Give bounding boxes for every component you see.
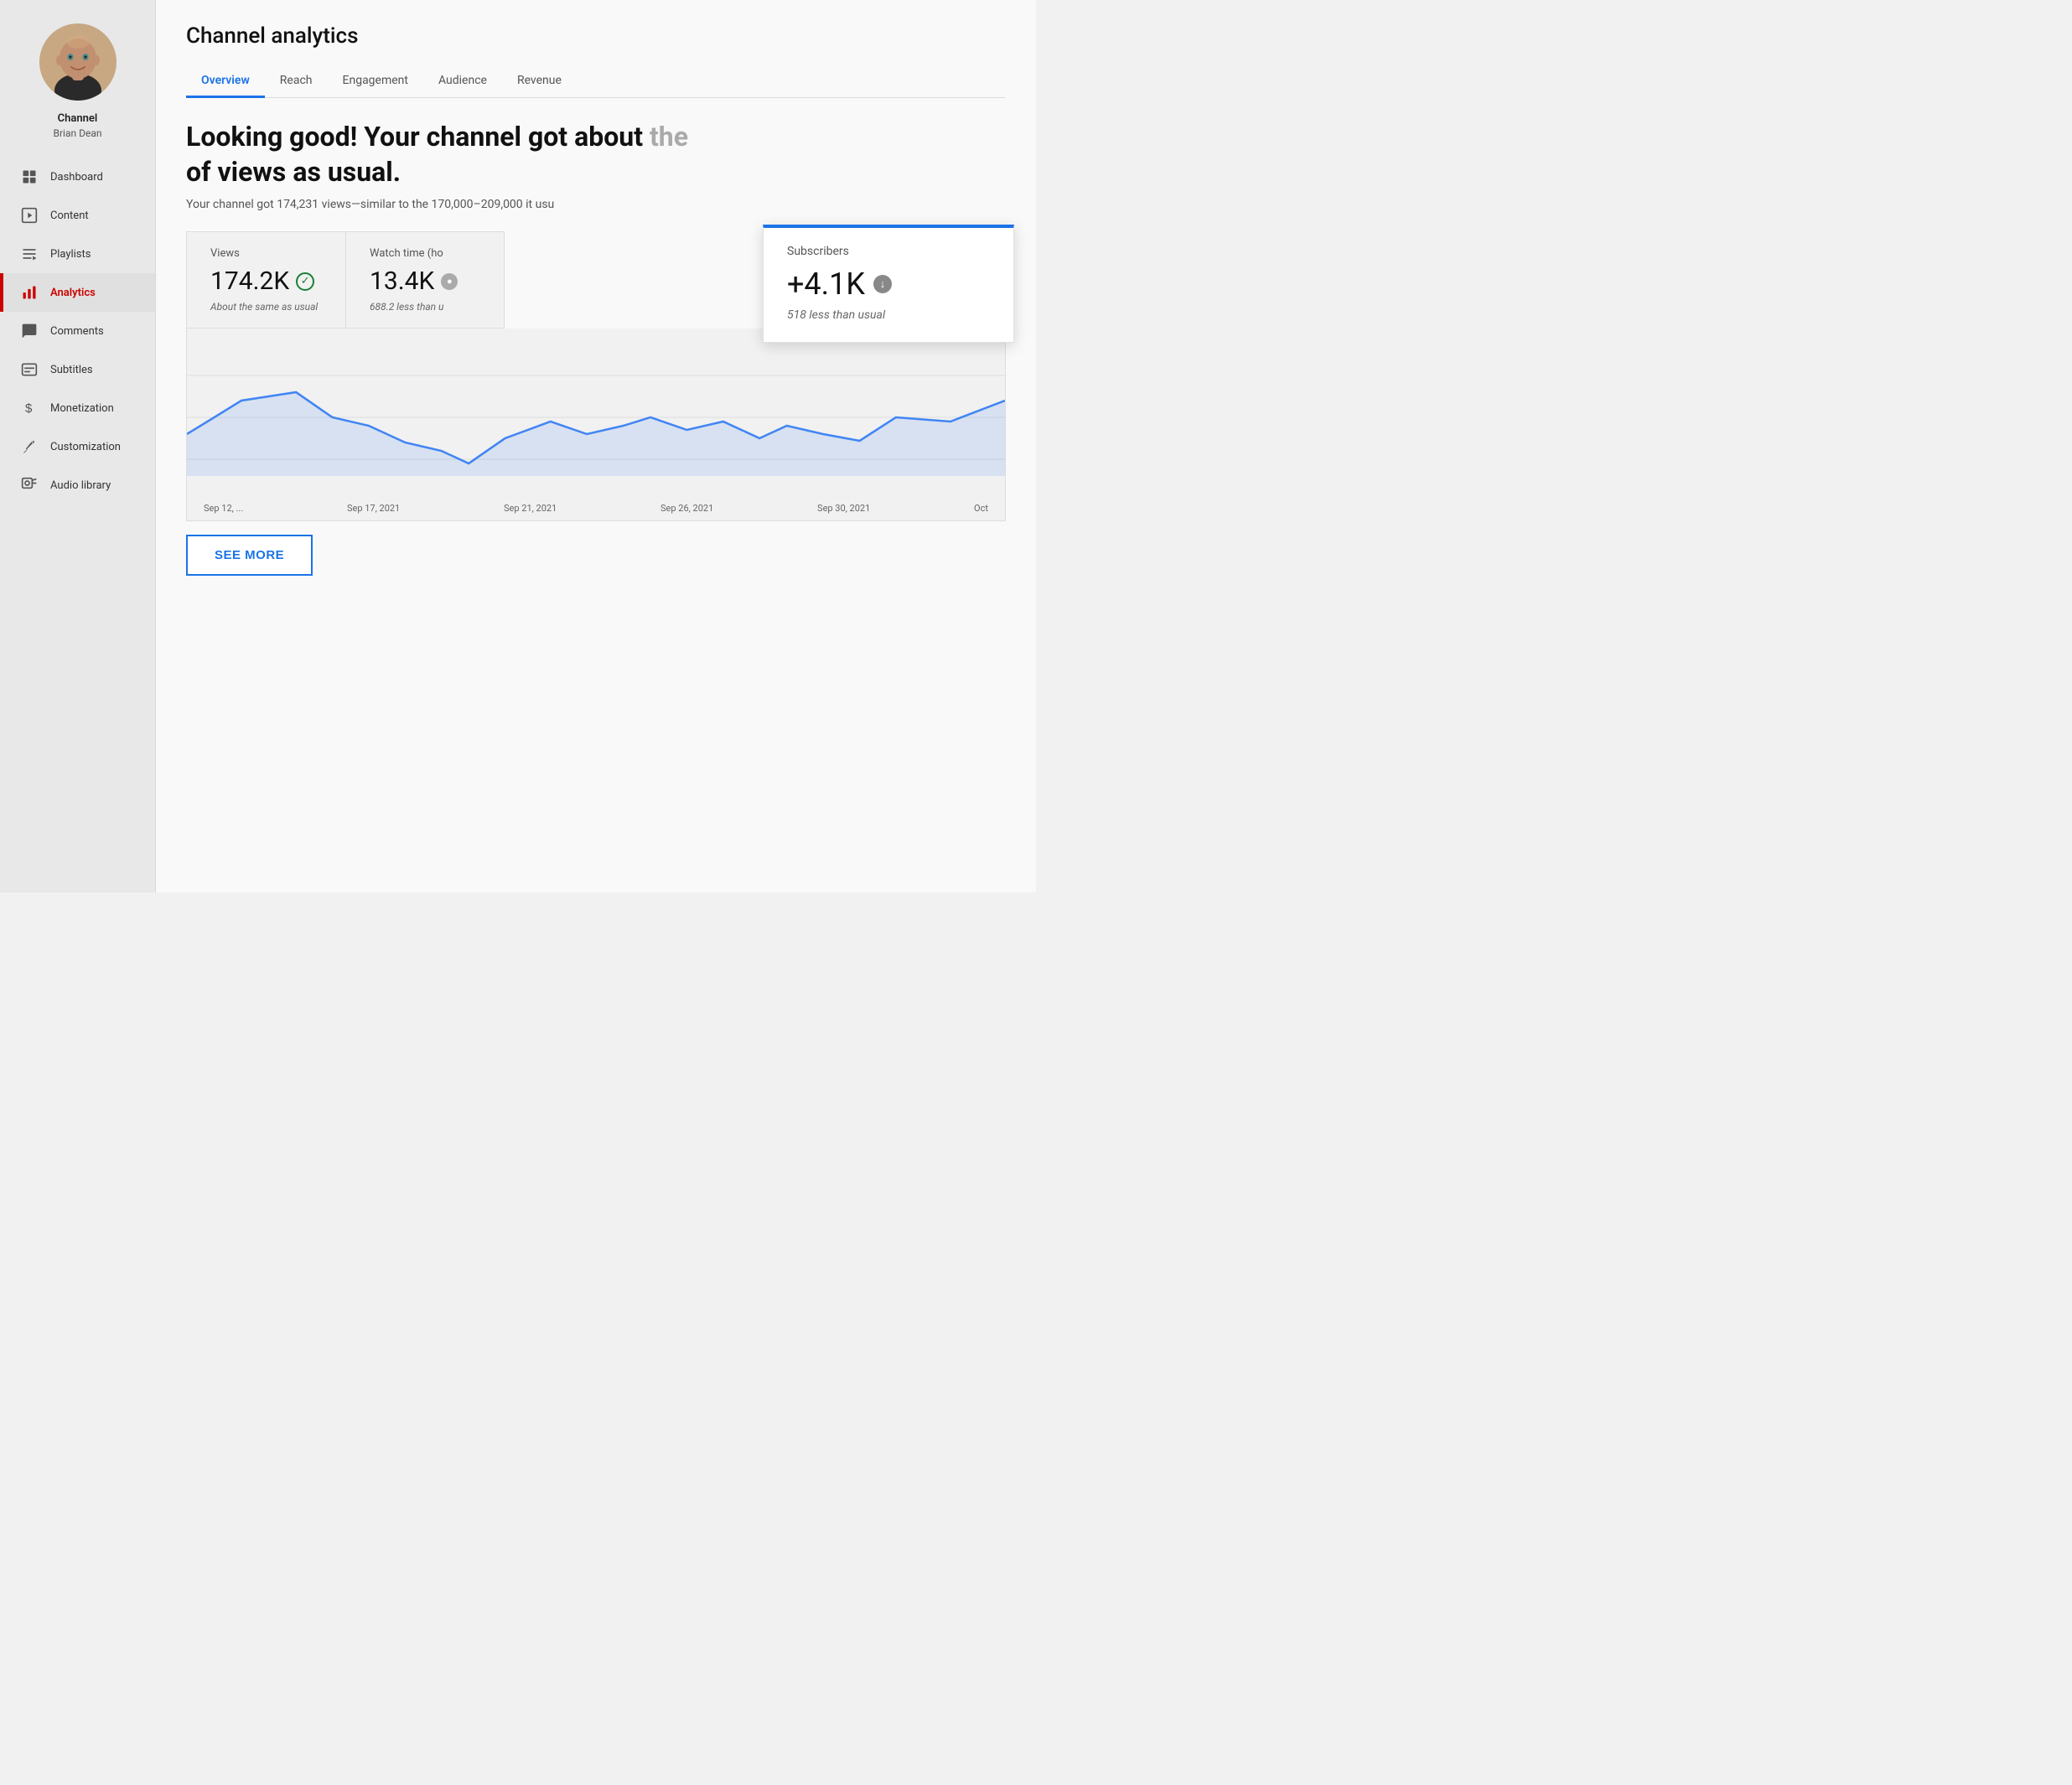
line-chart	[187, 342, 1005, 493]
sidebar-item-audio-library-label: Audio library	[50, 479, 111, 492]
tab-audience[interactable]: Audience	[423, 65, 502, 98]
sidebar-nav: Dashboard Content Playlists	[0, 158, 155, 504]
sidebar-item-customization[interactable]: Customization	[0, 427, 155, 466]
views-value-row: 174.2K ✓	[210, 266, 322, 296]
views-label: Views	[210, 247, 322, 260]
sidebar-item-playlists-label: Playlists	[50, 248, 91, 261]
headline-text-2: of views as usual.	[186, 156, 401, 188]
customization-icon	[20, 437, 39, 456]
views-value: 174.2K	[210, 266, 289, 296]
sidebar: Channel Brian Dean Dashboard Conten	[0, 0, 156, 892]
chart-date-2: Sep 17, 2021	[347, 503, 400, 514]
chart-date-6: Oct	[974, 503, 988, 514]
sidebar-item-customization-label: Customization	[50, 441, 121, 453]
page-title: Channel analytics	[186, 23, 1006, 49]
sidebar-item-analytics-label: Analytics	[50, 287, 96, 299]
watchtime-label: Watch time (ho	[370, 247, 480, 260]
sidebar-item-audio-library[interactable]: Audio library	[0, 466, 155, 504]
analytics-icon	[20, 283, 39, 302]
watchtime-sublabel: 688.2 less than u	[370, 301, 480, 313]
channel-name: Channel	[58, 112, 98, 125]
views-card: Views 174.2K ✓ About the same as usual	[186, 231, 345, 329]
subscribers-label: Subscribers	[787, 245, 990, 258]
subscribers-sublabel: 518 less than usual	[787, 308, 990, 322]
playlists-icon	[20, 245, 39, 263]
sidebar-item-comments-label: Comments	[50, 325, 104, 338]
chart-date-4: Sep 26, 2021	[660, 503, 713, 514]
dashboard-icon	[20, 168, 39, 186]
main-content: Channel analytics Overview Reach Engagem…	[156, 0, 1036, 892]
avatar	[39, 23, 117, 101]
chart-date-1: Sep 12, ...	[204, 503, 243, 514]
chart-date-5: Sep 30, 2021	[817, 503, 870, 514]
views-sublabel: About the same as usual	[210, 301, 322, 313]
sidebar-item-content-label: Content	[50, 210, 89, 222]
audio-library-icon	[20, 476, 39, 494]
metrics-section: Views 174.2K ✓ About the same as usual W…	[186, 231, 1006, 329]
tab-engagement[interactable]: Engagement	[328, 65, 423, 98]
watchtime-icon: ●	[441, 273, 458, 290]
performance-headline: Looking good! Your channel got about the…	[186, 120, 1006, 189]
performance-subtext: Your channel got 174,231 views—similar t…	[186, 198, 1006, 211]
sidebar-item-monetization-label: Monetization	[50, 402, 114, 415]
channel-user: Brian Dean	[54, 127, 102, 139]
content-icon	[20, 206, 39, 225]
headline-text-1: Looking good! Your channel got about	[186, 121, 650, 153]
see-more-button[interactable]: SEE MORE	[186, 535, 313, 576]
sidebar-item-subtitles[interactable]: Subtitles	[0, 350, 155, 389]
sidebar-item-subtitles-label: Subtitles	[50, 364, 93, 376]
sidebar-item-dashboard-label: Dashboard	[50, 171, 103, 184]
sidebar-item-content[interactable]: Content	[0, 196, 155, 235]
watchtime-value: 13.4K	[370, 266, 434, 296]
sidebar-item-comments[interactable]: Comments	[0, 312, 155, 350]
analytics-tabs: Overview Reach Engagement Audience Reven…	[186, 65, 1006, 98]
views-check-icon: ✓	[296, 272, 314, 291]
subtitles-icon	[20, 360, 39, 379]
svg-text:$: $	[25, 401, 33, 416]
monetization-icon: $	[20, 399, 39, 417]
subscribers-down-icon: ↓	[873, 275, 892, 293]
tab-revenue[interactable]: Revenue	[502, 65, 577, 98]
headline-highlight: the	[650, 121, 688, 153]
chart-dates: Sep 12, ... Sep 17, 2021 Sep 21, 2021 Se…	[187, 496, 1005, 520]
watchtime-value-row: 13.4K ●	[370, 266, 480, 296]
sidebar-item-dashboard[interactable]: Dashboard	[0, 158, 155, 196]
subscribers-popup: Subscribers +4.1K ↓ 518 less than usual	[763, 225, 1014, 343]
sidebar-item-playlists[interactable]: Playlists	[0, 235, 155, 273]
sidebar-item-analytics[interactable]: Analytics	[0, 273, 155, 312]
tab-reach[interactable]: Reach	[265, 65, 328, 98]
subscribers-value-row: +4.1K ↓	[787, 266, 990, 302]
subscribers-value: +4.1K	[787, 266, 865, 302]
chart-date-3: Sep 21, 2021	[504, 503, 557, 514]
tab-overview[interactable]: Overview	[186, 65, 265, 98]
comments-icon	[20, 322, 39, 340]
chart-area: Sep 12, ... Sep 17, 2021 Sep 21, 2021 Se…	[186, 329, 1006, 521]
watchtime-card: Watch time (ho 13.4K ● 688.2 less than u	[345, 231, 505, 329]
sidebar-item-monetization[interactable]: $ Monetization	[0, 389, 155, 427]
